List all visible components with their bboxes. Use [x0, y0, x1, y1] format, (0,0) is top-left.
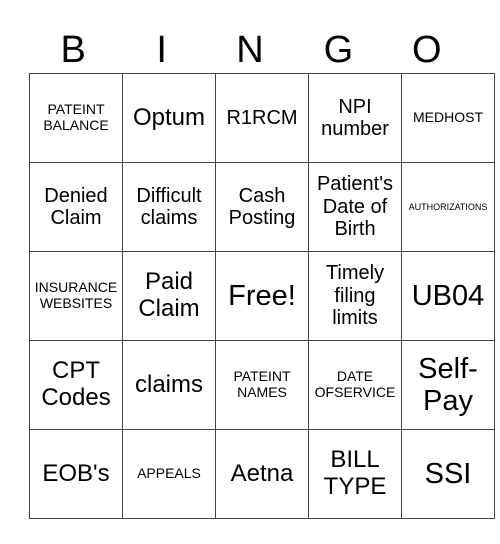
bingo-row: CPT Codes claims PATEINT NAMES DATE OFSERVI… [29, 340, 495, 430]
bingo-cell[interactable]: Patient's Date of Birth [308, 162, 402, 252]
bingo-row: INSURANCE WEBSITES Paid Claim Free! Timely … [29, 251, 495, 341]
bingo-cell[interactable]: Difficult claims [122, 162, 216, 252]
bingo-cell[interactable]: R1RCM [215, 73, 309, 163]
free-space-cell[interactable]: Free! [215, 251, 309, 341]
header-letter-i: I [156, 29, 167, 71]
bingo-cell[interactable]: Cash Posting [215, 162, 309, 252]
header-letter-n: N [236, 29, 264, 71]
header-letter-o: O [412, 29, 442, 71]
bingo-header: B I N G O [29, 28, 471, 72]
bingo-cell[interactable]: Optum [122, 73, 216, 163]
bingo-row: EOB's APPEALS Aetna BILL TYPE SSI [29, 429, 495, 519]
bingo-cell[interactable]: Timely filing limits [308, 251, 402, 341]
bingo-cell[interactable]: UB04 [401, 251, 495, 341]
bingo-cell[interactable]: AUTHORIZATIONS [401, 162, 495, 252]
header-letter-g: G [323, 29, 354, 71]
bingo-cell[interactable]: CPT Codes [29, 340, 123, 430]
bingo-grid: PATEINT BALANCE Optum R1RCM NPI number MEDHO… [29, 73, 495, 519]
bingo-cell[interactable]: INSURANCE WEBSITES [29, 251, 123, 341]
bingo-cell[interactable]: claims [122, 340, 216, 430]
bingo-row: PATEINT BALANCE Optum R1RCM NPI number MEDHO… [29, 73, 495, 163]
bingo-cell[interactable]: PATEINT BALANCE [29, 73, 123, 163]
header-letter-b: B [60, 29, 86, 71]
bingo-cell[interactable]: DATE OFSERVICE [308, 340, 402, 430]
bingo-cell[interactable]: MEDHOST [401, 73, 495, 163]
bingo-cell[interactable]: Denied Claim [29, 162, 123, 252]
bingo-cell[interactable]: Paid Claim [122, 251, 216, 341]
bingo-cell[interactable]: BILL TYPE [308, 429, 402, 519]
bingo-cell[interactable]: SSI [401, 429, 495, 519]
bingo-cell[interactable]: PATEINT NAMES [215, 340, 309, 430]
bingo-cell[interactable]: APPEALS [122, 429, 216, 519]
bingo-cell[interactable]: NPI number [308, 73, 402, 163]
bingo-cell[interactable]: Self-Pay [401, 340, 495, 430]
bingo-cell[interactable]: EOB's [29, 429, 123, 519]
bingo-cell[interactable]: Aetna [215, 429, 309, 519]
bingo-row: Denied Claim Difficult claims Cash Posting… [29, 162, 495, 252]
